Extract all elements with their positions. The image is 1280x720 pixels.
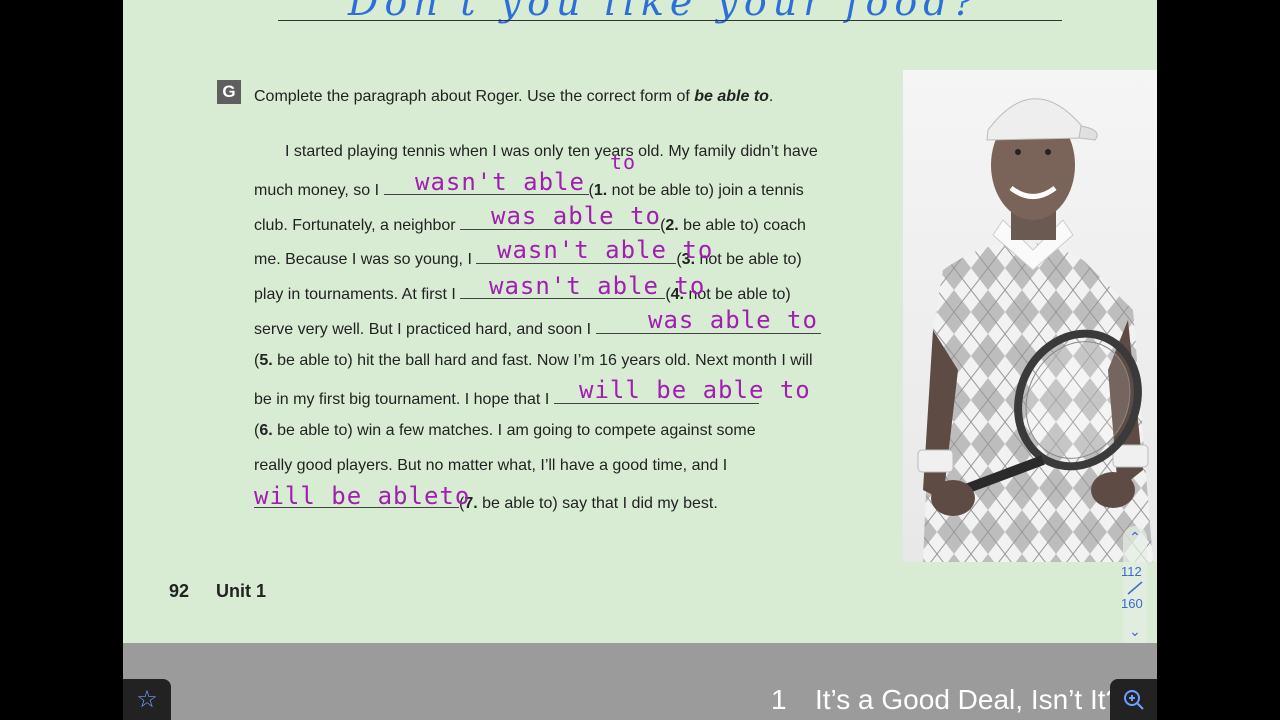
instruction-end: .	[768, 88, 774, 105]
line-text: be able to) say that I did my best.	[477, 495, 718, 512]
page-number: 92	[169, 581, 190, 601]
paragraph-line: (6. be able to) win a few matches. I am …	[254, 421, 756, 441]
line-text: not be able to) join a tennis	[607, 182, 804, 199]
line-text: be in my first big tournament. I hope th…	[254, 391, 550, 408]
handwritten-answer-3: wasn't able to	[497, 236, 714, 264]
magnifier-plus-icon	[1123, 690, 1144, 710]
line-text: be able to) coach	[678, 217, 806, 234]
line-text: me. Because I was so young, I	[254, 251, 472, 268]
page-viewer[interactable]: Don't you like your food? G Complete the…	[123, 0, 1157, 720]
item-number: 6.	[259, 422, 273, 439]
line-text: be able to) win a few matches. I am goin…	[272, 422, 756, 439]
instruction-emphasis: be able to	[694, 88, 769, 105]
chevron-up-icon[interactable]: ⌃	[1127, 530, 1143, 546]
instruction-text: Complete the paragraph about Roger. Use …	[254, 88, 695, 105]
handwritten-answer-7: will be ableto	[254, 482, 471, 510]
writing-line	[278, 20, 1062, 21]
exercise-badge: G	[217, 80, 241, 104]
exercise-instruction: Complete the paragraph about Roger. Use …	[254, 88, 773, 106]
handwritten-answer-1: wasn't able	[415, 168, 585, 196]
line-text: play in tournaments. At first I	[254, 286, 456, 303]
unit-label: Unit 1	[216, 581, 267, 601]
paragraph-line: I started playing tennis when I was only…	[285, 143, 818, 160]
paragraph-line: really good players. But no matter what,…	[254, 457, 728, 474]
item-number: 2.	[665, 217, 679, 234]
textbook-page: Don't you like your food? G Complete the…	[123, 0, 1157, 650]
item-number: 5.	[259, 352, 273, 369]
line-text: club. Fortunately, a neighbor	[254, 217, 456, 234]
chevron-down-icon[interactable]: ⌄	[1127, 624, 1143, 640]
tennis-player-photo	[903, 70, 1157, 562]
bookmark-star-icon[interactable]: ☆	[123, 679, 171, 720]
page-divider-icon	[1127, 581, 1143, 595]
handwritten-answer-4: wasn't able to	[489, 272, 706, 300]
paragraph-line: (5. be able to) hit the ball hard and fa…	[254, 351, 813, 371]
handwritten-answer-1-extra: to	[610, 150, 637, 174]
line-text: serve very well. But I practiced hard, a…	[254, 321, 592, 338]
handwritten-answer-5: was able to	[648, 306, 818, 334]
handwritten-answer-2: was able to	[491, 202, 661, 230]
line-text: much money, so I	[254, 182, 380, 199]
current-page: 112	[1121, 564, 1142, 579]
tennis-player-illustration	[917, 98, 1153, 562]
handwritten-answer-6: will be able to	[579, 376, 811, 404]
total-pages: 160	[1121, 596, 1143, 611]
item-number: 1.	[593, 182, 608, 199]
line-text: be able to) hit the ball hard and fast. …	[272, 352, 813, 369]
chapter-title: It’s a Good Deal, Isn’t It?	[815, 684, 1122, 715]
chapter-number: 1	[771, 684, 787, 715]
zoom-in-icon[interactable]	[1110, 679, 1157, 720]
